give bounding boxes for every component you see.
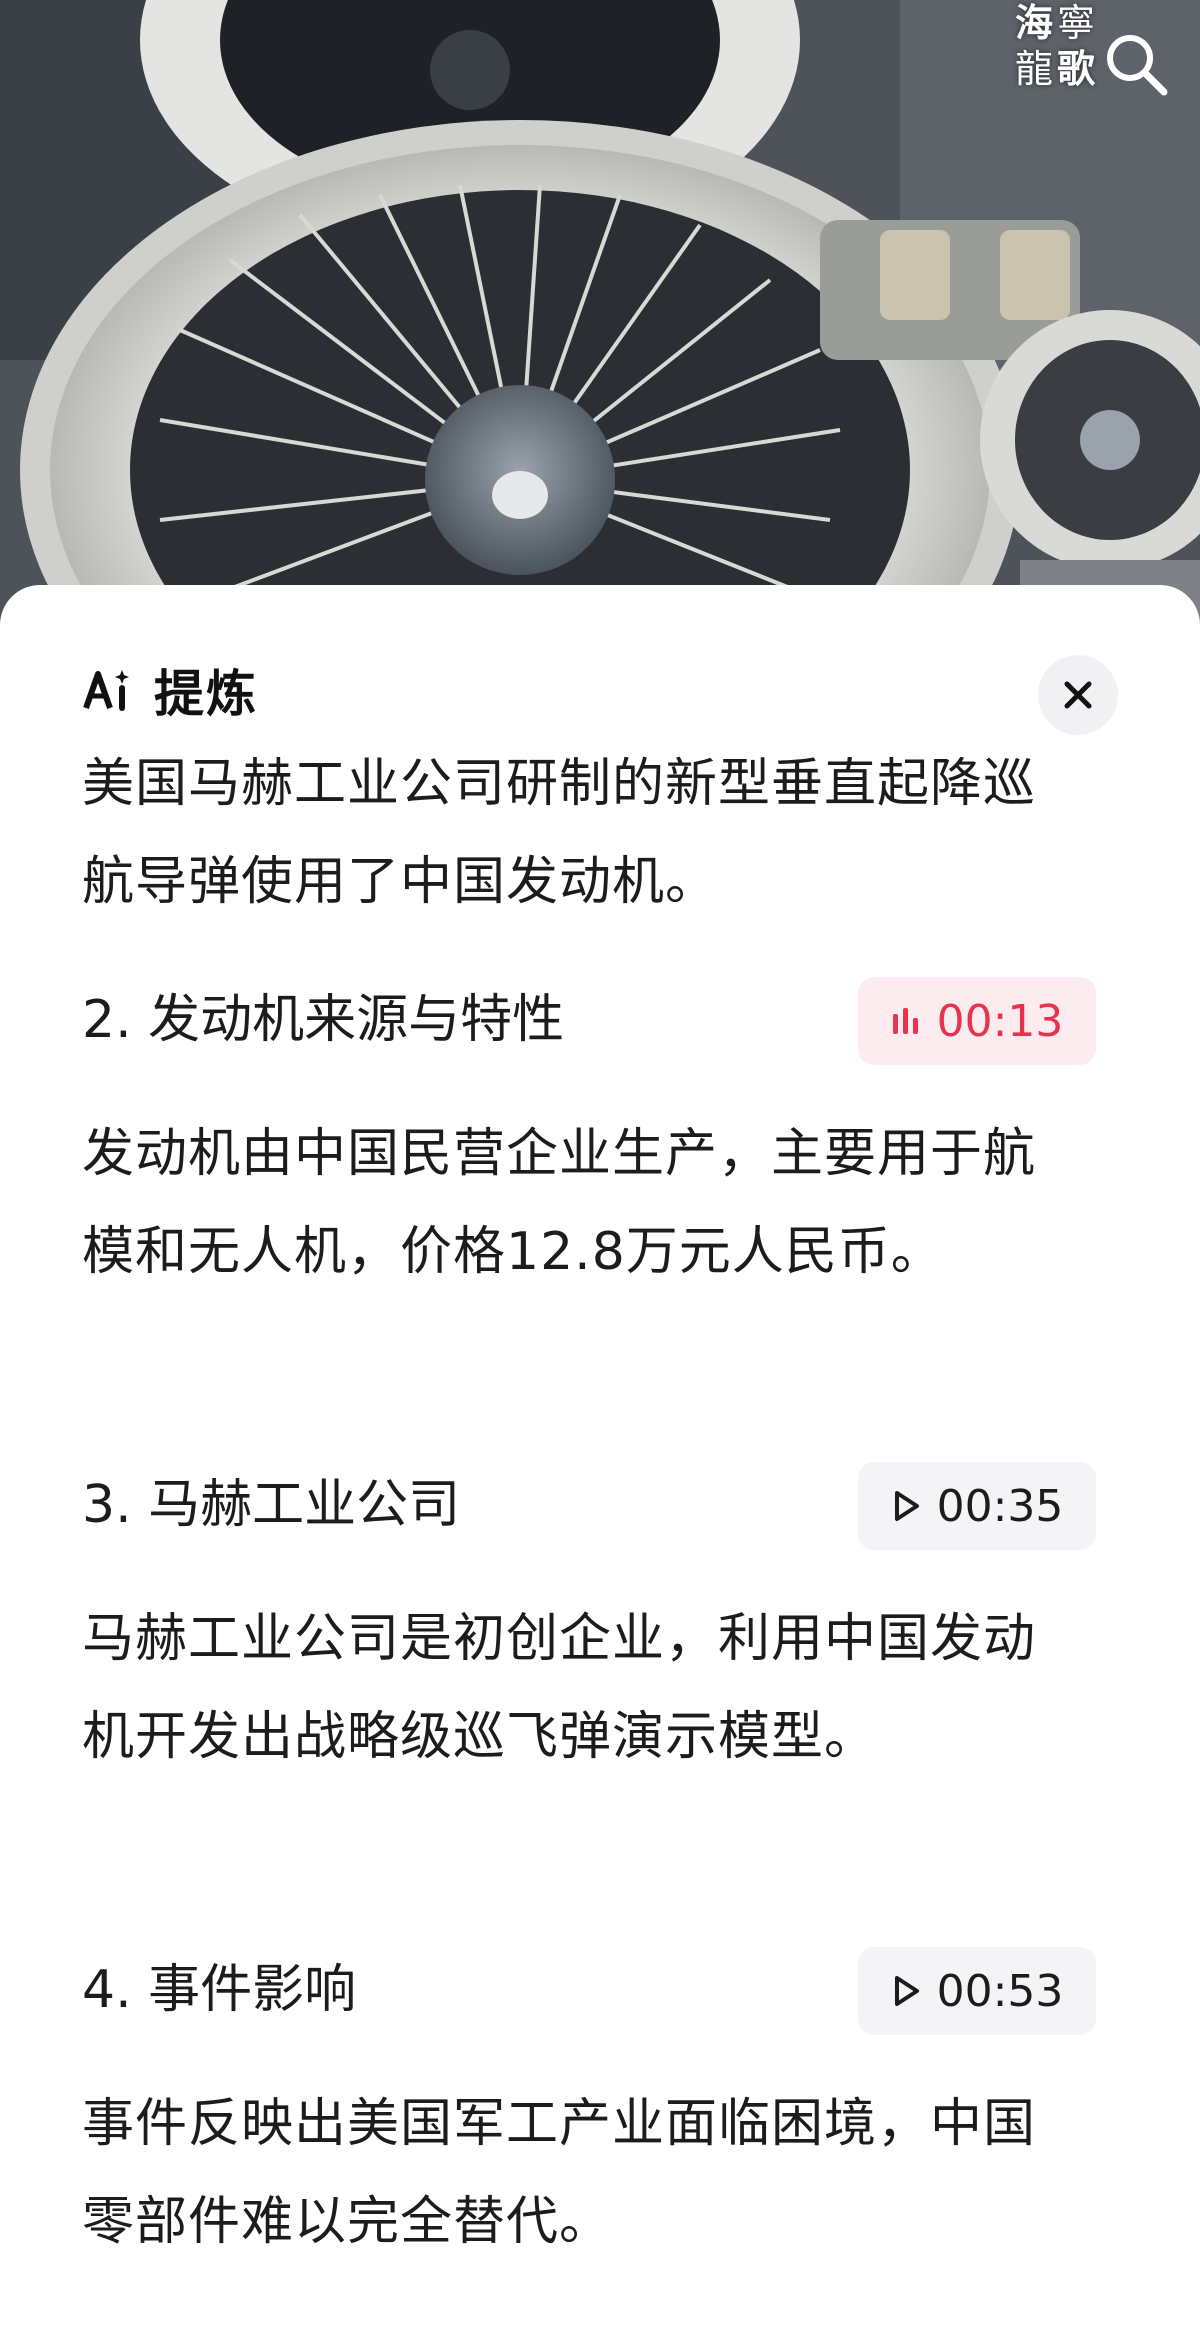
timestamp-button[interactable]: 00:53 [858, 1947, 1096, 2035]
timestamp-button-playing[interactable]: 00:13 [858, 977, 1096, 1065]
ai-sparkle-icon [83, 670, 129, 711]
video-frame[interactable]: 海 寧 龍 歌 [0, 0, 1200, 640]
timestamp-label: 00:53 [936, 1965, 1064, 2017]
jet-engine-image [0, 0, 1200, 640]
watermark-char: 海 [1014, 1, 1053, 45]
watermark-char: 龍 [1014, 47, 1053, 91]
section-text: 发动机由中国民营企业生产，主要用于航模和无人机，价格12.8万元人民币。 [82, 1124, 1037, 1282]
section-title: 3. 马赫工业公司 [82, 1475, 461, 1535]
close-button[interactable] [1038, 655, 1118, 735]
section-text: 马赫工业公司是初创企业，利用中国发动机开发出战略级巡飞弹演示模型。 [82, 1609, 1037, 1767]
audio-bars-icon [892, 1008, 918, 1034]
close-icon [1064, 681, 1092, 709]
panel-header: 提炼 [82, 655, 258, 725]
play-icon [894, 1976, 919, 2006]
panel-title: 提炼 [154, 665, 258, 723]
ai-summary-panel: 提炼 美国马赫工业公司研制的新型垂直起降巡航导弹使用了中国发动机。 2. 发动机… [0, 585, 1200, 2338]
section-text: 事件反映出美国军工产业面临困境，中国零部件难以完全替代。 [82, 2094, 1037, 2252]
summary-intro: 美国马赫工业公司研制的新型垂直起降巡航导弹使用了中国发动机。 [82, 754, 1037, 912]
section-title: 2. 发动机来源与特性 [82, 990, 565, 1050]
watermark-char: 歌 [1056, 47, 1095, 91]
timestamp-label: 00:35 [936, 1480, 1064, 1532]
timestamp-label: 00:13 [936, 995, 1064, 1047]
timestamp-button[interactable]: 00:35 [858, 1462, 1096, 1550]
search-icon [1107, 35, 1168, 96]
watermark-char: 寧 [1056, 1, 1095, 45]
play-icon [894, 1491, 919, 1521]
section-title: 4. 事件影响 [82, 1960, 357, 2020]
channel-watermark: 海 寧 龍 歌 [1015, 0, 1095, 92]
search-button[interactable] [1100, 28, 1172, 100]
